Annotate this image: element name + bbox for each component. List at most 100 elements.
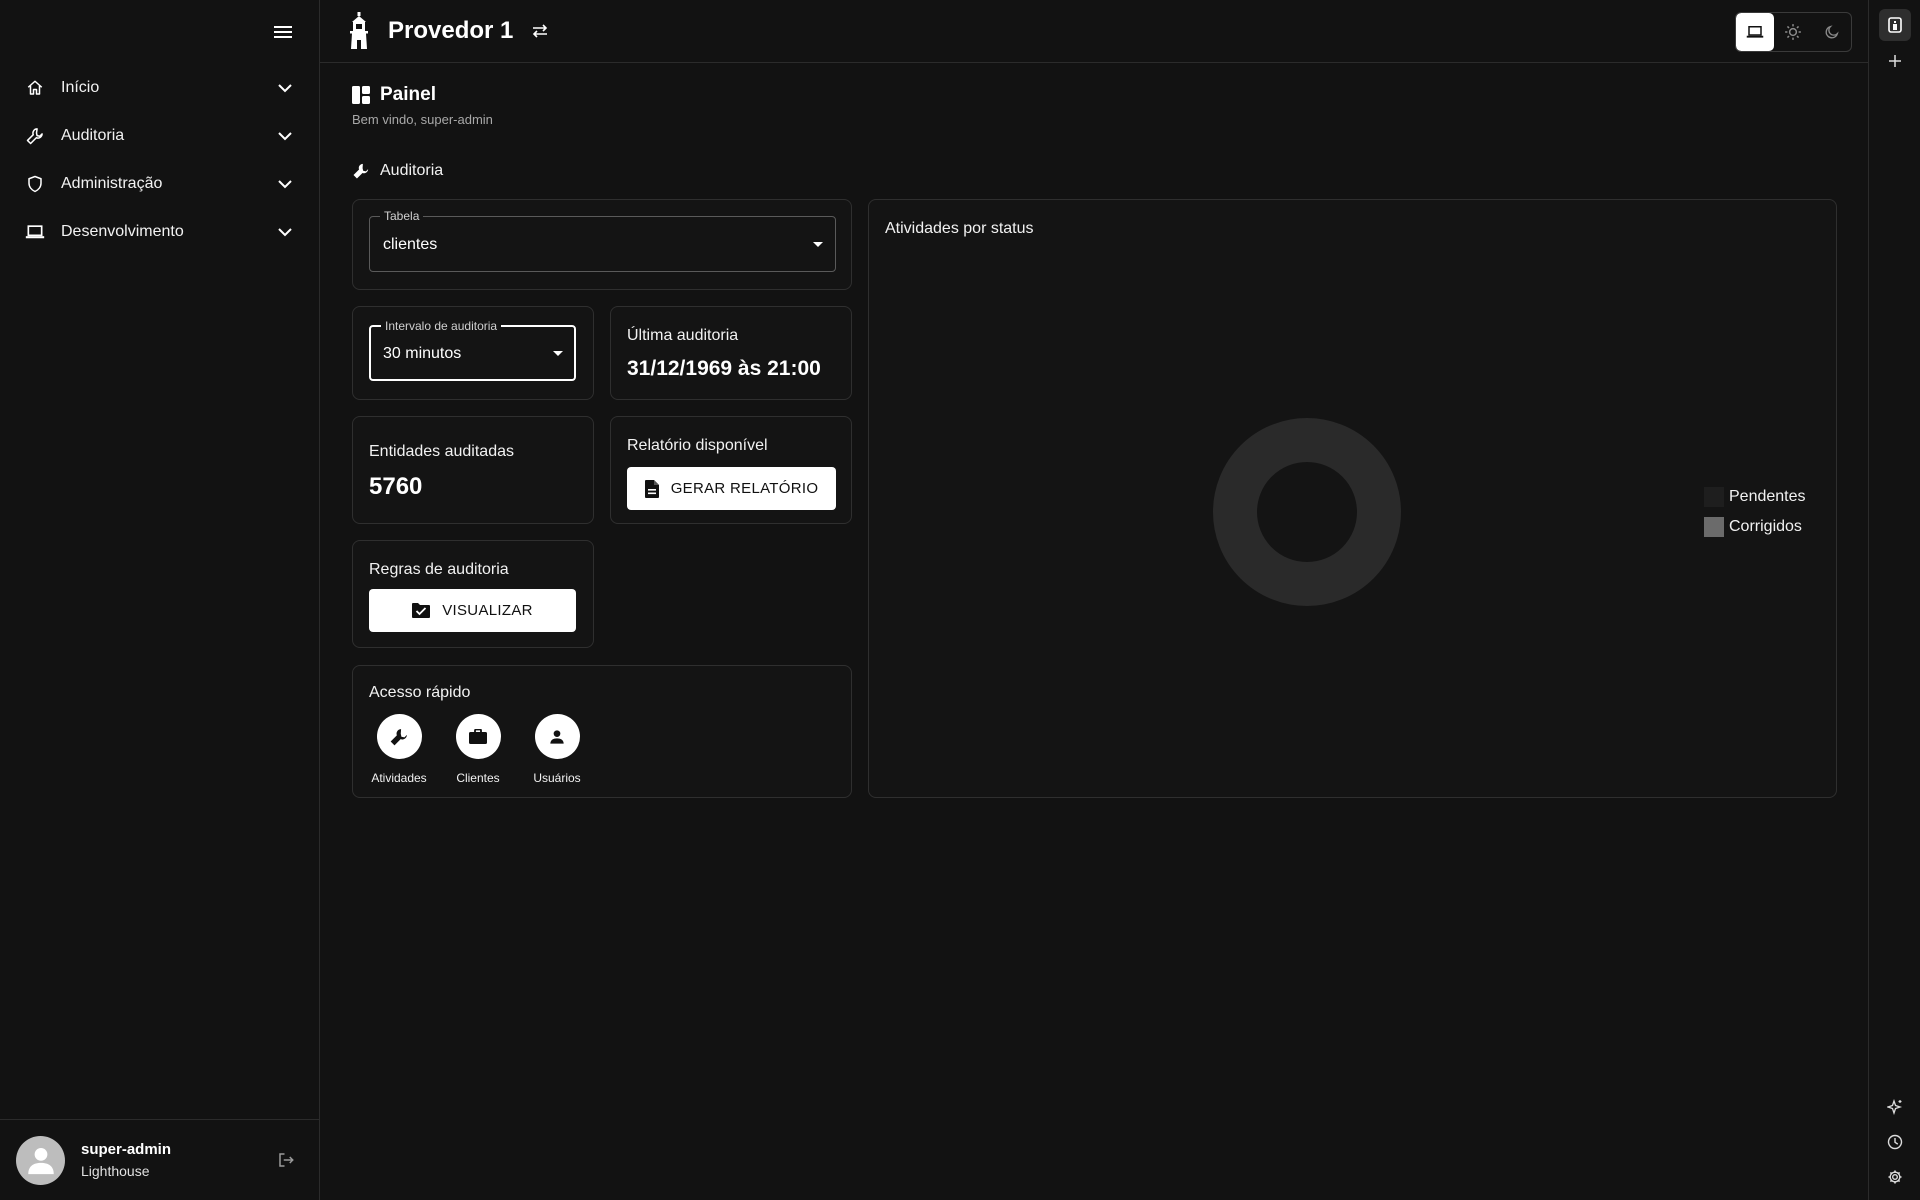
briefcase-icon	[455, 714, 501, 759]
chart-legend: Pendentes Corrigidos	[1704, 482, 1806, 542]
interval-select-value: 30 minutos	[383, 345, 462, 362]
sidebar-item-desenvolvimento[interactable]: Desenvolvimento	[0, 208, 319, 256]
sidebar-nav: Início Auditoria Administração Desenvolv…	[0, 64, 319, 256]
provider-name: Provedor 1	[388, 17, 514, 44]
legend-swatch	[1704, 487, 1724, 507]
sidebar: Início Auditoria Administração Desenvolv…	[0, 0, 320, 1200]
rail-history-button[interactable]	[1879, 1126, 1911, 1158]
donut-chart	[1213, 418, 1401, 606]
chart-title: Atividades por status	[885, 220, 1034, 237]
interval-select[interactable]: Intervalo de auditoria 30 minutos	[369, 319, 576, 381]
quick-access-clientes[interactable]: Clientes	[448, 714, 508, 785]
shield-icon	[24, 173, 46, 195]
audit-rules-title: Regras de auditoria	[369, 561, 509, 578]
quick-access-label: Usuários	[533, 771, 581, 785]
sidebar-item-label: Início	[61, 79, 100, 96]
chevron-down-icon	[275, 222, 295, 242]
audit-rules-card: Regras de auditoria VISUALIZAR	[352, 540, 594, 648]
avatar[interactable]	[16, 1135, 65, 1185]
quick-access-label: Clientes	[456, 771, 500, 785]
theme-light-button[interactable]	[1774, 13, 1812, 51]
table-select-card: Tabela clientes	[352, 199, 852, 290]
theme-dark-button[interactable]	[1813, 13, 1851, 51]
chevron-down-icon	[275, 126, 295, 146]
last-audit-card: Última auditoria 31/12/1969 às 21:00	[610, 306, 852, 400]
rail-settings-button[interactable]	[1879, 1161, 1911, 1193]
quick-access-label: Atividades	[371, 771, 427, 785]
section-title: Auditoria	[380, 162, 444, 179]
status-chart-card: Atividades por status Pendentes Corrigid…	[868, 199, 1837, 798]
audited-entities-value: 5760	[369, 473, 423, 500]
interval-select-label: Intervalo de auditoria	[381, 319, 502, 333]
user-name: super-admin	[81, 1141, 172, 1158]
wrench-icon	[376, 714, 422, 759]
logout-icon	[279, 1153, 294, 1167]
theme-system-button[interactable]	[1736, 13, 1775, 51]
laptop-icon	[24, 221, 46, 243]
audited-entities-card: Entidades auditadas 5760	[352, 416, 594, 524]
generate-report-label: GERAR RELATÓRIO	[670, 480, 819, 497]
logout-button[interactable]	[272, 1146, 300, 1174]
chevron-down-icon	[275, 78, 295, 98]
caret-down-icon	[553, 351, 563, 356]
right-rail	[1868, 0, 1920, 1200]
audited-entities-title: Entidades auditadas	[369, 443, 514, 460]
view-rules-button[interactable]: VISUALIZAR	[369, 589, 576, 632]
last-audit-title: Última auditoria	[627, 327, 739, 344]
table-select[interactable]: Tabela clientes	[369, 209, 836, 272]
donut-empty-ring	[1213, 418, 1401, 606]
quick-access-card: Acesso rápido Atividades Clientes Usuári…	[352, 665, 852, 798]
sparkle-icon	[1887, 1099, 1903, 1115]
sidebar-item-auditoria[interactable]: Auditoria	[0, 112, 319, 160]
interval-select-card: Intervalo de auditoria 30 minutos	[352, 306, 594, 400]
sun-icon	[1785, 24, 1802, 40]
legend-label: Corrigidos	[1729, 518, 1802, 535]
quick-access-usuarios[interactable]: Usuários	[527, 714, 587, 785]
document-icon	[644, 479, 659, 498]
wrench-icon	[353, 163, 369, 179]
swap-arrows-icon	[533, 24, 548, 38]
laptop-icon	[1746, 26, 1764, 38]
sidebar-item-label: Administração	[61, 175, 163, 192]
menu-toggle-button[interactable]	[269, 18, 297, 46]
legend-item-corrigidos[interactable]: Corrigidos	[1704, 512, 1806, 542]
page-header: Painel Bem vindo, super-admin	[352, 84, 493, 127]
generate-report-button[interactable]: GERAR RELATÓRIO	[627, 467, 836, 510]
rail-add-button[interactable]	[1879, 45, 1911, 77]
sidebar-item-label: Desenvolvimento	[61, 223, 184, 240]
caret-down-icon	[813, 242, 823, 247]
sidebar-item-inicio[interactable]: Início	[0, 64, 319, 112]
plus-icon	[1889, 55, 1901, 67]
last-audit-value: 31/12/1969 às 21:00	[627, 357, 821, 380]
sidebar-item-label: Auditoria	[61, 127, 125, 144]
theme-toggle-group	[1735, 12, 1852, 52]
wrench-icon	[24, 125, 46, 147]
quick-access-atividades[interactable]: Atividades	[369, 714, 429, 785]
folder-check-icon	[412, 603, 431, 618]
legend-item-pendentes[interactable]: Pendentes	[1704, 482, 1806, 512]
rail-sparkle-button[interactable]	[1879, 1091, 1911, 1123]
hamburger-icon	[274, 26, 292, 38]
person-icon	[534, 714, 580, 759]
page-subtitle: Bem vindo, super-admin	[352, 112, 493, 127]
switch-provider-button[interactable]	[529, 20, 551, 42]
person-icon	[27, 1147, 54, 1175]
top-bar: Provedor 1	[320, 0, 1868, 63]
section-header: Auditoria	[352, 162, 443, 180]
report-card: Relatório disponível GERAR RELATÓRIO	[610, 416, 852, 524]
home-icon	[24, 77, 46, 99]
page-title: Painel	[380, 84, 436, 105]
table-select-value: clientes	[383, 236, 438, 253]
sidebar-header	[0, 0, 319, 63]
dashboard-icon	[352, 86, 370, 104]
app-badge-icon	[1888, 17, 1902, 33]
legend-swatch	[1704, 517, 1724, 537]
rail-app-button[interactable]	[1879, 9, 1911, 41]
user-organization: Lighthouse	[81, 1163, 150, 1179]
clock-icon	[1887, 1134, 1903, 1150]
lighthouse-logo-icon	[346, 11, 372, 51]
sidebar-item-administracao[interactable]: Administração	[0, 160, 319, 208]
view-rules-label: VISUALIZAR	[442, 602, 533, 619]
table-select-label: Tabela	[380, 209, 424, 223]
moon-icon	[1825, 25, 1839, 39]
